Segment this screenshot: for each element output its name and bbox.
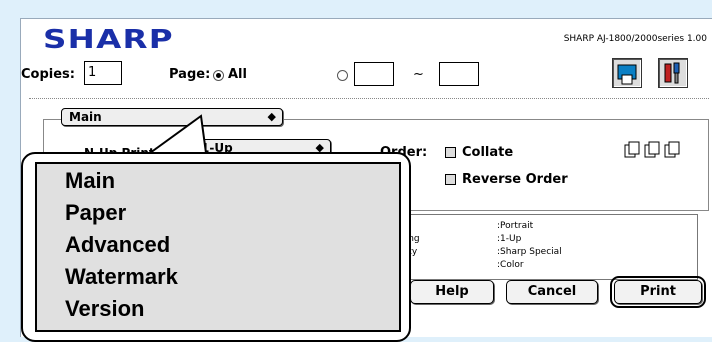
page-label: Page: [169, 67, 211, 82]
menu-item-watermark[interactable]: Watermark [65, 264, 178, 290]
settings-summary: tation :Portrait Printing :1-Up Quality … [380, 214, 698, 280]
model-version: SHARP AJ-1800/2000series 1.00 [563, 34, 707, 44]
summary-value: :1-Up [497, 234, 522, 244]
page-range-radio[interactable] [337, 70, 348, 81]
reverse-order-label: Reverse Order [462, 172, 568, 187]
popup-arrows-icon: ◆ [267, 110, 276, 123]
printer-icon [617, 64, 637, 85]
menu-item-advanced[interactable]: Advanced [65, 232, 170, 258]
cancel-button[interactable]: Cancel [506, 280, 598, 304]
collate-checkbox[interactable] [445, 147, 456, 158]
collate-pages-icon [624, 141, 680, 158]
copies-label: Copies: [21, 67, 75, 82]
summary-value: :Sharp Special [497, 247, 562, 257]
page-from-field[interactable] [354, 62, 394, 86]
page-all-radio[interactable] [213, 70, 224, 81]
menu-item-paper[interactable]: Paper [65, 200, 126, 226]
sharp-logo: SHARP [43, 25, 174, 55]
summary-value: :Portrait [497, 221, 534, 231]
help-button[interactable]: Help [410, 280, 494, 304]
summary-value: :Color [497, 260, 524, 270]
menu-item-main[interactable]: Main [65, 168, 115, 194]
tools-icon [664, 62, 680, 84]
summary-row: tation :Portrait [381, 221, 697, 233]
summary-row: Quality :Sharp Special [381, 247, 697, 259]
printer-utility-button[interactable] [612, 58, 642, 88]
summary-row: Printing :1-Up [381, 234, 697, 246]
panel-menu-callout: Main Paper Advanced Watermark Version [21, 152, 411, 342]
page-to-field[interactable] [439, 62, 479, 86]
panel-popup[interactable]: Main ◆ [61, 108, 283, 126]
collate-label: Collate [462, 145, 514, 160]
summary-row: tType :Color [381, 260, 697, 272]
page-all-label: All [228, 67, 247, 82]
menu-item-version[interactable]: Version [65, 296, 144, 322]
copies-field[interactable]: 1 [84, 61, 122, 85]
maintenance-button[interactable] [658, 58, 688, 88]
reverse-order-checkbox[interactable] [445, 174, 456, 185]
panel-popup-value: Main [69, 110, 102, 124]
range-separator: ~ [413, 67, 424, 82]
separator-line [29, 98, 709, 99]
print-button[interactable]: Print [610, 276, 706, 308]
panel-menu-list: Main Paper Advanced Watermark Version [35, 162, 401, 332]
